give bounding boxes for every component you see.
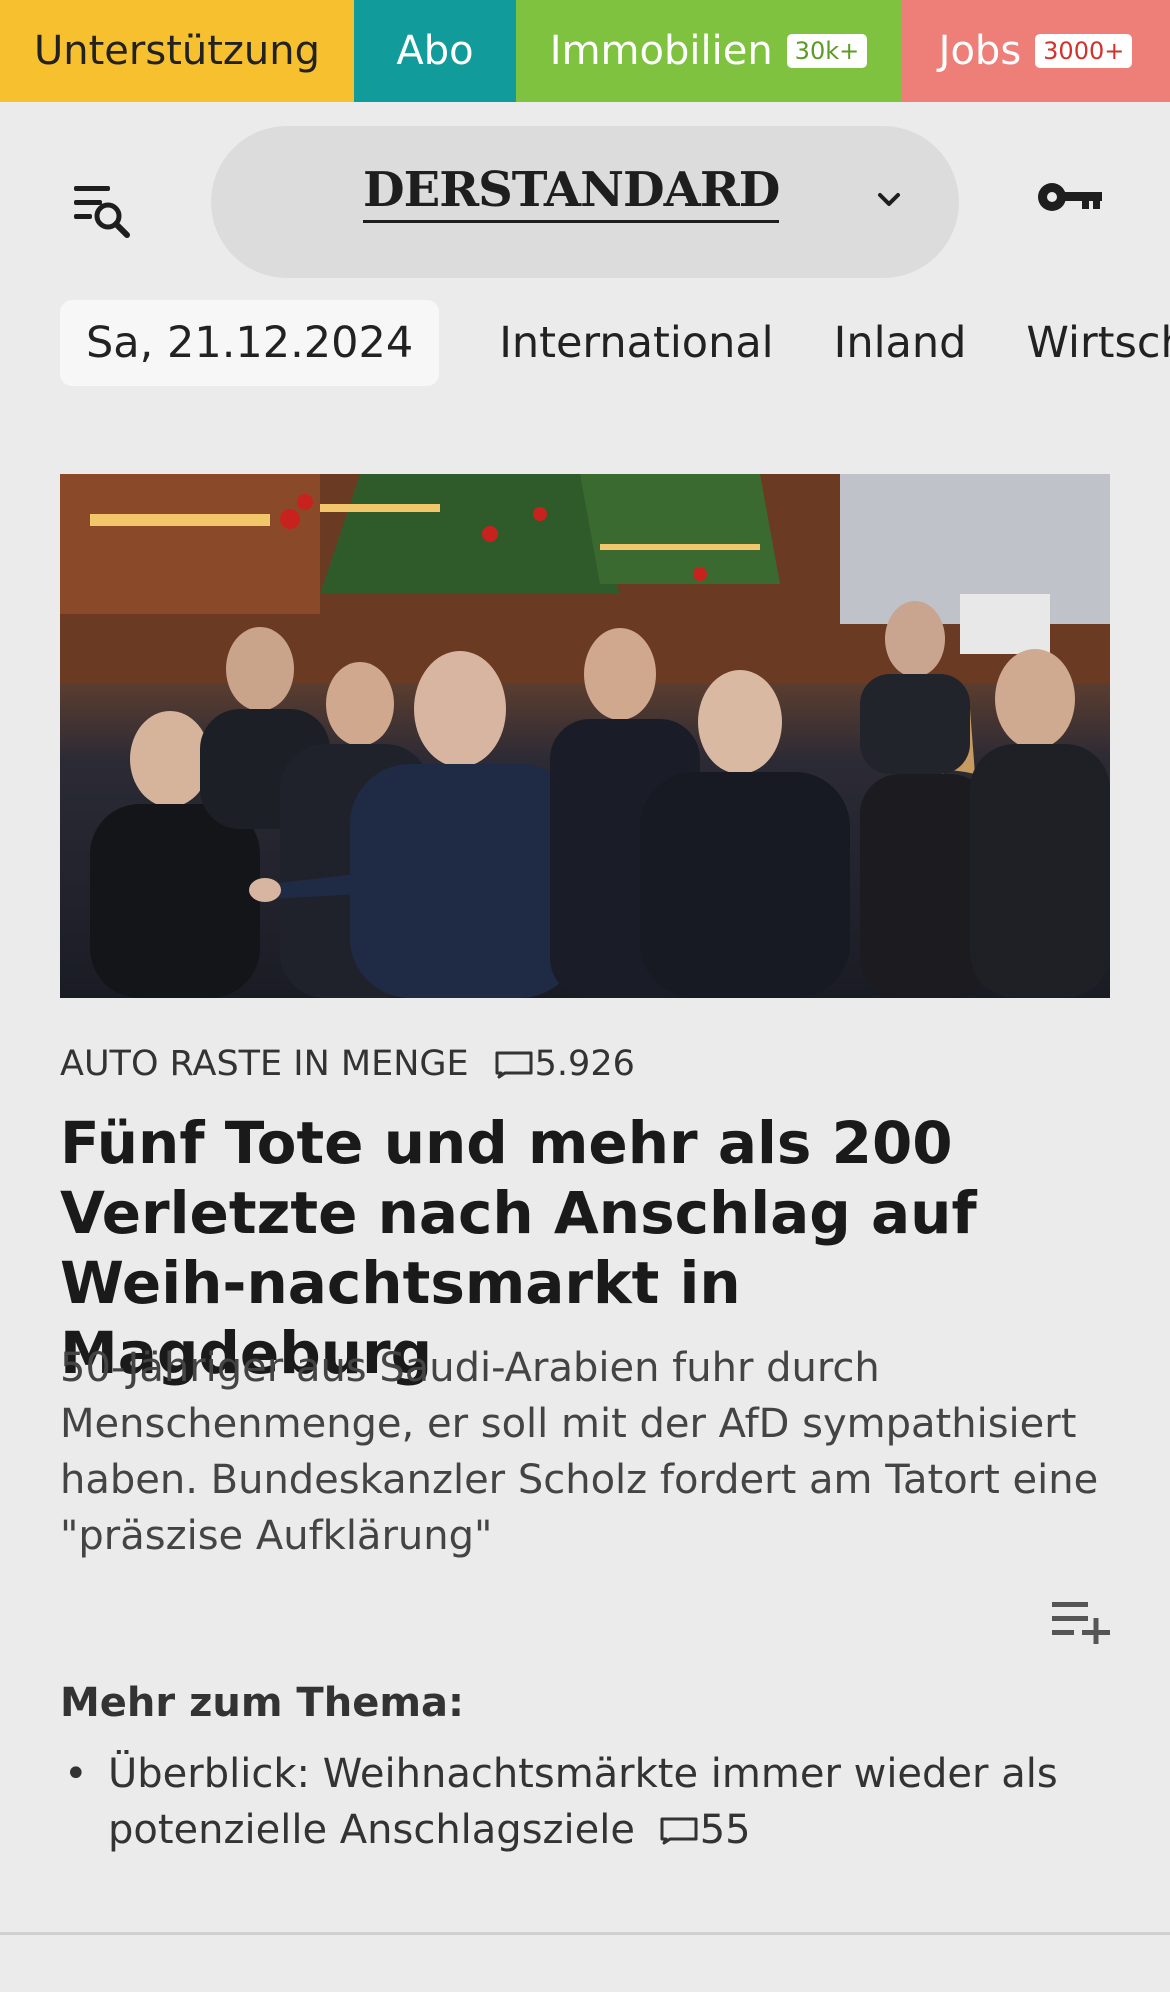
tab-abo[interactable]: Abo (354, 0, 516, 102)
tab-jobs[interactable]: Jobs 3000+ (901, 0, 1170, 102)
comment-icon (660, 1817, 698, 1845)
logo-edition-switcher[interactable]: DERSTANDARD (211, 126, 959, 278)
related-article-link[interactable]: Überblick: Weihnachtsmärkte immer wieder… (108, 1751, 1058, 1853)
tab-unterstuetzung-label: Unterstützung (33, 28, 320, 74)
photo-illustration (60, 474, 1110, 998)
tab-immobilien-label: Immobilien (549, 28, 773, 74)
nav-item-inland[interactable]: Inland (834, 318, 967, 368)
article-photo[interactable] (60, 474, 1110, 998)
section-nav: Sa, 21.12.2024 International Inland Wirt… (60, 300, 1170, 386)
list-item[interactable]: • Überblick: Weihnachtsmärkte immer wied… (60, 1746, 1120, 1858)
site-header: DERSTANDARD (0, 102, 1170, 292)
more-topic-heading: Mehr zum Thema: (60, 1680, 464, 1726)
tab-jobs-label: Jobs (938, 28, 1022, 74)
nav-item-international[interactable]: International (499, 318, 773, 368)
derstandard-logo[interactable]: DERSTANDARD (363, 162, 780, 223)
article-kicker: AUTO RASTE IN MENGE (60, 1044, 469, 1084)
article-kicker-row: AUTO RASTE IN MENGE 5.926 (60, 1044, 635, 1084)
tab-abo-label: Abo (396, 28, 474, 74)
comment-icon (495, 1051, 533, 1079)
tab-unterstuetzung[interactable]: Unterstützung (0, 0, 354, 102)
add-to-list-icon[interactable] (1052, 1600, 1110, 1644)
key-login-icon[interactable] (1036, 177, 1106, 217)
jobs-count-badge: 3000+ (1035, 34, 1133, 68)
bullet: • (64, 1751, 88, 1797)
comment-count: 5.926 (534, 1044, 635, 1084)
tab-immobilien[interactable]: Immobilien 30k+ (516, 0, 901, 102)
date-pill[interactable]: Sa, 21.12.2024 (60, 300, 440, 386)
nav-item-wirtschaft[interactable]: Wirtscha (1026, 318, 1170, 368)
chevron-down-icon[interactable] (871, 182, 907, 218)
more-topic-list: • Überblick: Weihnachtsmärkte immer wied… (60, 1746, 1120, 1858)
section-divider (0, 1932, 1170, 1935)
related-comment-count[interactable]: 55 (700, 1807, 751, 1853)
top-tabs: Unterstützung Abo Immobilien 30k+ Jobs 3… (0, 0, 1170, 102)
immobilien-count-badge: 30k+ (786, 34, 868, 68)
menu-search-icon[interactable] (72, 182, 134, 242)
comment-count-link[interactable]: 5.926 (493, 1044, 635, 1084)
current-date: Sa, 21.12.2024 (86, 318, 414, 368)
article-teaser[interactable]: 50-Jähriger aus Saudi-Arabien fuhr durch… (60, 1340, 1120, 1564)
